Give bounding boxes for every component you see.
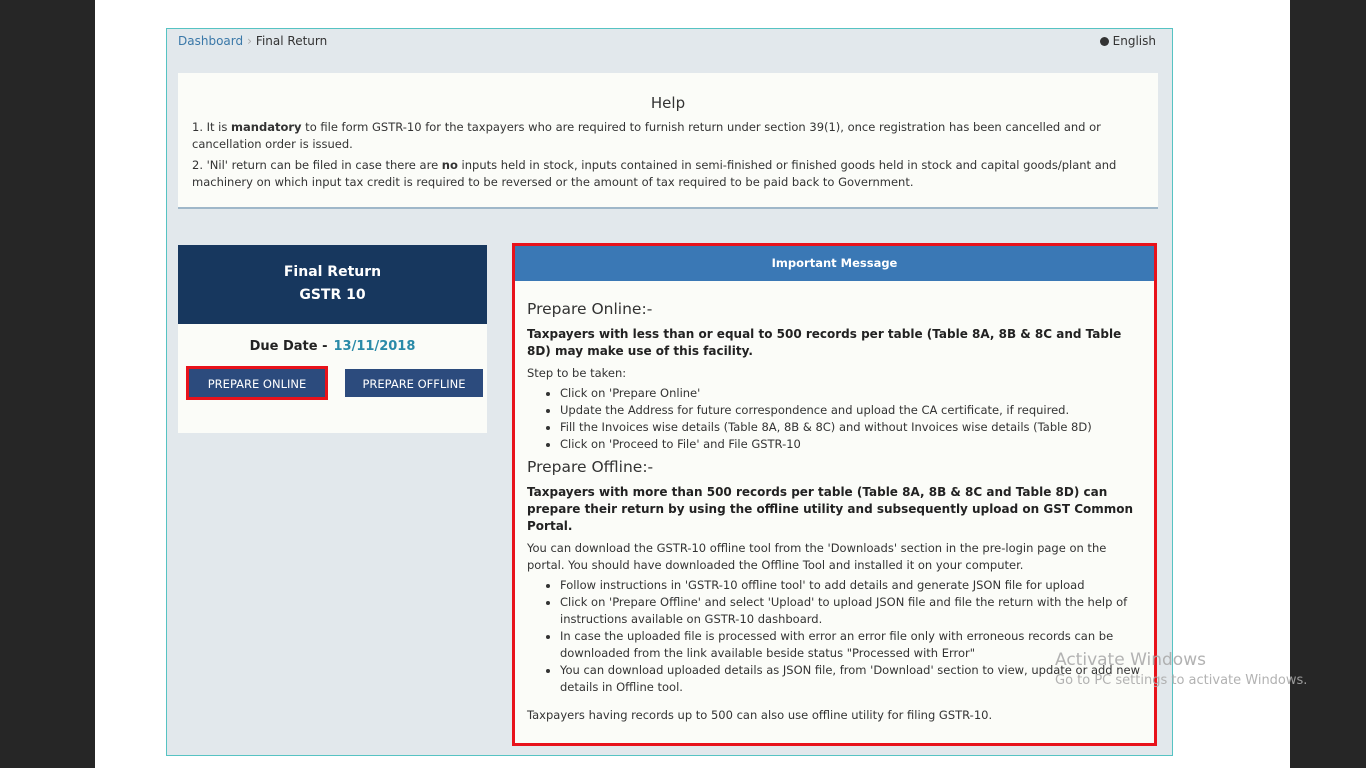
breadcrumb: Dashboard › Final Return xyxy=(178,34,327,48)
card-subtitle: GSTR 10 xyxy=(299,287,366,303)
prepare-online-note: Taxpayers with less than or equal to 500… xyxy=(527,327,1122,358)
steps-label: Step to be taken: xyxy=(527,366,627,380)
help-item-text: 1. It is xyxy=(192,120,232,134)
language-selector[interactable]: English xyxy=(1099,34,1156,48)
help-panel: Help 1. It is mandatory to file form GST… xyxy=(178,73,1158,209)
card-header: Final Return GSTR 10 xyxy=(178,245,487,324)
prepare-offline-button[interactable]: PREPARE OFFLINE xyxy=(345,369,483,397)
help-item-1: 1. It is mandatory to file form GSTR-10 … xyxy=(192,119,1144,153)
due-date-row: Due Date - 13/11/2018 xyxy=(178,339,487,354)
final-return-card: Final Return GSTR 10 Due Date - 13/11/201… xyxy=(178,245,487,433)
breadcrumb-separator: › xyxy=(247,34,252,48)
help-item-emphasis: no xyxy=(441,158,458,172)
watermark-subtitle: Go to PC settings to activate Windows. xyxy=(1055,673,1308,688)
due-date-label: Due Date - xyxy=(249,339,328,354)
online-steps-list: Click on 'Prepare Online' Update the Add… xyxy=(527,385,1142,453)
globe-icon xyxy=(1099,37,1109,46)
help-item-emphasis: mandatory xyxy=(231,120,302,134)
list-item: Click on 'Prepare Online' xyxy=(560,385,1142,402)
offline-steps-list: Follow instructions in 'GSTR-10 offline … xyxy=(527,577,1142,696)
list-item: Click on 'Proceed to File' and File GSTR… xyxy=(560,436,1142,453)
offline-intro: You can download the GSTR-10 offline too… xyxy=(527,541,1107,572)
prepare-offline-note: Taxpayers with more than 500 records per… xyxy=(527,485,1134,533)
offline-footer-note: Taxpayers having records up to 500 can a… xyxy=(527,708,993,722)
help-item-2: 2. 'Nil' return can be filed in case the… xyxy=(192,157,1144,191)
list-item: Fill the Invoices wise details (Table 8A… xyxy=(560,419,1142,436)
list-item: Update the Address for future correspond… xyxy=(560,402,1142,419)
important-message-header: Important Message xyxy=(515,246,1154,281)
help-item-text: 2. 'Nil' return can be filed in case the… xyxy=(192,158,442,172)
help-item-text: to file form GSTR-10 for the taxpayers w… xyxy=(192,120,1101,151)
help-title: Help xyxy=(650,94,686,112)
breadcrumb-dashboard-link[interactable]: Dashboard xyxy=(178,34,243,48)
prepare-online-button[interactable]: PREPARE ONLINE xyxy=(186,366,328,400)
list-item: Follow instructions in 'GSTR-10 offline … xyxy=(560,577,1142,594)
watermark-title: Activate Windows xyxy=(1055,650,1206,670)
prepare-offline-heading: Prepare Offline:- xyxy=(527,458,654,476)
card-title: Final Return xyxy=(283,264,382,280)
list-item: Click on 'Prepare Offline' and select 'U… xyxy=(560,594,1142,628)
prepare-online-heading: Prepare Online:- xyxy=(527,300,653,318)
gst-portal-frame: Dashboard › Final Return English Help 1. I… xyxy=(166,28,1173,756)
activate-windows-watermark: Activate Windows Go to PC settings to ac… xyxy=(1055,650,1307,688)
language-label: English xyxy=(1112,34,1156,48)
due-date-value: 13/11/2018 xyxy=(333,339,416,354)
breadcrumb-current: Final Return xyxy=(255,34,328,48)
